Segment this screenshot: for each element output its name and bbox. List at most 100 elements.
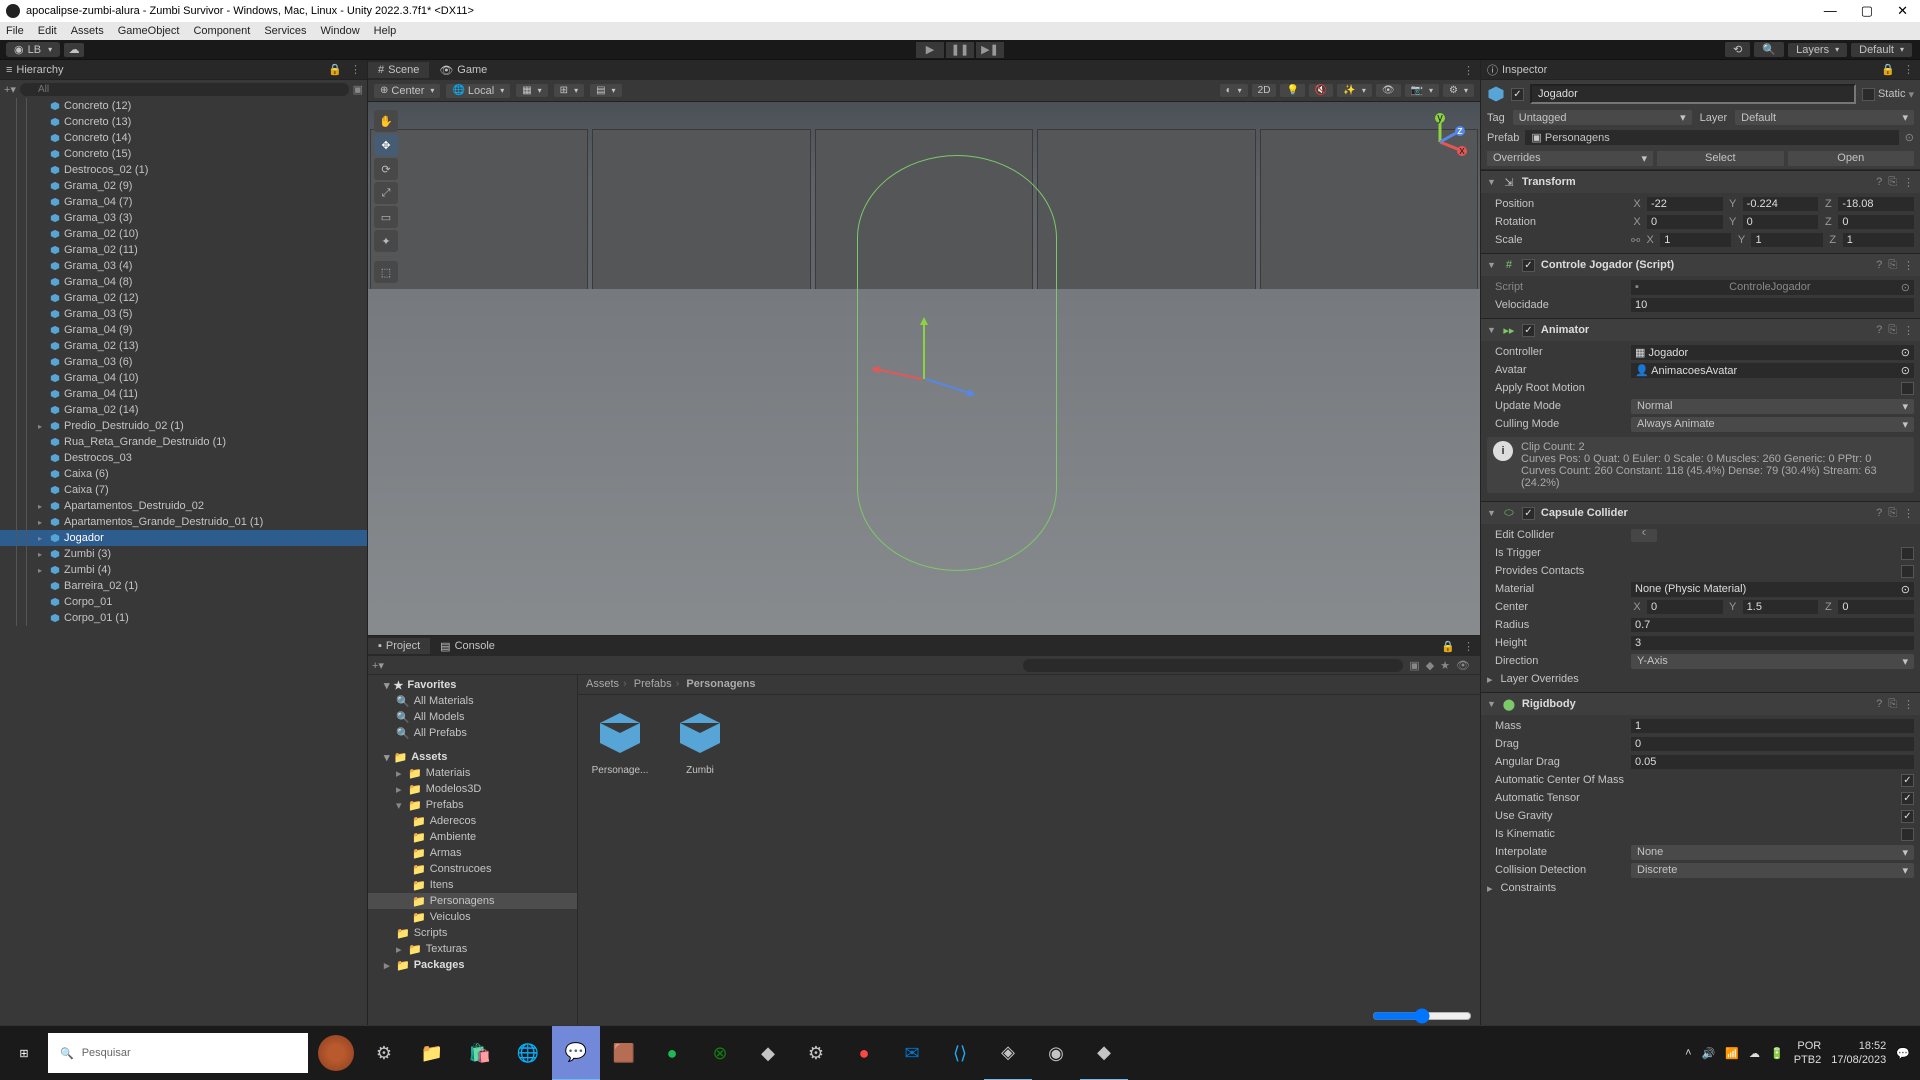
component-menu-icon[interactable]: ⋮ xyxy=(1903,507,1914,520)
position-x-input[interactable] xyxy=(1647,197,1723,211)
hierarchy-item[interactable]: ▸Zumbi (4) xyxy=(0,562,367,578)
scale-link-icon[interactable]: ⚯ xyxy=(1631,234,1640,247)
layer-overrides-foldout[interactable]: Layer Overrides xyxy=(1501,673,1579,685)
minecraft-icon[interactable]: 🟫 xyxy=(600,1026,648,1080)
hierarchy-item[interactable]: Grama_04 (9) xyxy=(0,322,367,338)
lighting-toggle[interactable]: 💡 xyxy=(1280,84,1304,97)
project-tree[interactable]: ▾ ★ Favorites 🔍 All Materials 🔍 All Mode… xyxy=(368,675,578,1025)
tray-battery-icon[interactable]: 🔋 xyxy=(1770,1047,1784,1060)
inspector-menu-icon[interactable]: ⋮ xyxy=(1903,63,1914,76)
layers-dropdown[interactable]: Layers xyxy=(1788,43,1847,57)
panel-lock-icon[interactable]: 🔒 xyxy=(328,63,342,76)
folder-veiculos[interactable]: 📁 Veiculos xyxy=(368,909,577,925)
tab-game[interactable]: 👁 Game xyxy=(429,62,497,79)
folder-personagens[interactable]: 📁 Personagens xyxy=(368,893,577,909)
windows-search-box[interactable]: 🔍 Pesquisar xyxy=(48,1033,308,1073)
root-motion-checkbox[interactable] xyxy=(1901,382,1914,395)
component-menu-icon[interactable]: ⋮ xyxy=(1903,176,1914,189)
height-input[interactable] xyxy=(1631,636,1914,650)
help-icon[interactable]: ? xyxy=(1876,507,1882,520)
unity-hub-icon[interactable]: ◈ xyxy=(984,1026,1032,1080)
gameobject-active-checkbox[interactable] xyxy=(1511,88,1524,101)
tag-dropdown[interactable]: Untagged▾ xyxy=(1513,110,1692,125)
asset-personagens[interactable]: Personage... xyxy=(588,705,652,776)
folder-aderecos[interactable]: 📁 Aderecos xyxy=(368,813,577,829)
hierarchy-item[interactable]: Corpo_01 xyxy=(0,594,367,610)
close-button[interactable]: ✕ xyxy=(1897,3,1908,19)
store-icon[interactable]: 🛍️ xyxy=(456,1026,504,1080)
menu-file[interactable]: File xyxy=(6,25,24,37)
help-icon[interactable]: ? xyxy=(1876,324,1882,337)
hierarchy-item[interactable]: Grama_02 (9) xyxy=(0,178,367,194)
hierarchy-item[interactable]: Destrocos_02 (1) xyxy=(0,162,367,178)
fx-toggle[interactable]: ✨ xyxy=(1337,84,1371,97)
hierarchy-item[interactable]: Grama_03 (3) xyxy=(0,210,367,226)
visibility-toggle[interactable]: 👁 xyxy=(1376,84,1401,97)
save-search-icon[interactable]: ★ xyxy=(1440,659,1450,672)
grid-snap-button[interactable]: ▦ xyxy=(516,84,547,97)
tray-date[interactable]: 17/08/2023 xyxy=(1831,1053,1886,1067)
scene-tab-menu-icon[interactable]: ⋮ xyxy=(1463,64,1480,77)
prefab-open-button[interactable]: Open xyxy=(1788,151,1914,166)
transform-header[interactable]: ▼⇲ Transform ?⎘⋮ xyxy=(1481,171,1920,193)
camera-settings-button[interactable]: 📷 xyxy=(1405,84,1439,97)
hierarchy-item[interactable]: Barreira_02 (1) xyxy=(0,578,367,594)
radius-input[interactable] xyxy=(1631,618,1914,632)
undo-history-button[interactable]: ⟲ xyxy=(1725,42,1750,57)
hierarchy-item[interactable]: Caixa (6) xyxy=(0,466,367,482)
rigidbody-header[interactable]: ▼⬤ Rigidbody ?⎘⋮ xyxy=(1481,693,1920,715)
scale-tool[interactable]: ⤢ xyxy=(374,182,398,204)
hierarchy-item[interactable]: Grama_02 (11) xyxy=(0,242,367,258)
rotation-z-input[interactable] xyxy=(1838,215,1914,229)
tab-console[interactable]: ▤ Console xyxy=(430,638,505,655)
audio-toggle[interactable]: 🔇 xyxy=(1309,84,1333,97)
center-y-input[interactable] xyxy=(1743,600,1819,614)
folder-itens[interactable]: 📁 Itens xyxy=(368,877,577,893)
tray-onedrive-icon[interactable]: ☁ xyxy=(1749,1047,1760,1060)
orientation-gizmo[interactable]: y x z xyxy=(1410,112,1470,172)
prefab-locate-icon[interactable]: ⊙ xyxy=(1905,131,1914,144)
folder-scripts[interactable]: 📁 Scripts xyxy=(368,925,577,941)
controller-field[interactable]: ▦ Jogador⊙ xyxy=(1631,345,1914,360)
hierarchy-item[interactable]: Grama_03 (4) xyxy=(0,258,367,274)
project-add-button[interactable]: +▾ xyxy=(372,659,384,672)
center-x-input[interactable] xyxy=(1647,600,1723,614)
update-mode-dropdown[interactable]: Normal▾ xyxy=(1631,399,1914,414)
provides-contacts-checkbox[interactable] xyxy=(1901,565,1914,578)
auto-com-checkbox[interactable] xyxy=(1901,774,1914,787)
project-search-input[interactable] xyxy=(1023,659,1403,672)
pause-button[interactable]: ❚❚ xyxy=(946,42,974,58)
discord-icon[interactable]: 💬 xyxy=(552,1026,600,1080)
minimize-button[interactable]: — xyxy=(1824,3,1837,19)
avatar-field[interactable]: 👤 AnimacoesAvatar⊙ xyxy=(1631,363,1914,378)
play-button[interactable]: ▶ xyxy=(916,42,944,58)
menu-help[interactable]: Help xyxy=(374,25,397,37)
preset-icon[interactable]: ⎘ xyxy=(1888,324,1897,337)
hierarchy-item[interactable]: Grama_04 (10) xyxy=(0,370,367,386)
folder-materiais[interactable]: ▸📁 Materiais xyxy=(368,765,577,781)
search-filter-icon[interactable]: ▣ xyxy=(353,83,363,96)
packages-header[interactable]: Packages xyxy=(414,959,465,971)
rect-tool[interactable]: ▭ xyxy=(374,206,398,228)
2d-toggle[interactable]: 2D xyxy=(1252,84,1277,97)
static-checkbox[interactable] xyxy=(1862,88,1875,101)
menu-edit[interactable]: Edit xyxy=(38,25,57,37)
center-z-input[interactable] xyxy=(1838,600,1914,614)
tray-language[interactable]: POR xyxy=(1794,1039,1822,1053)
mail-icon[interactable]: ✉ xyxy=(888,1026,936,1080)
project-menu-icon[interactable]: ⋮ xyxy=(1463,640,1474,653)
transform-tool[interactable]: ✦ xyxy=(374,230,398,252)
hierarchy-item[interactable]: Grama_04 (11) xyxy=(0,386,367,402)
folder-ambiente[interactable]: 📁 Ambiente xyxy=(368,829,577,845)
physic-material-field[interactable]: None (Physic Material)⊙ xyxy=(1631,582,1914,597)
epic-icon[interactable]: ◆ xyxy=(744,1026,792,1080)
preset-icon[interactable]: ⎘ xyxy=(1888,507,1897,520)
constraints-foldout[interactable]: Constraints xyxy=(1501,882,1557,894)
tray-wifi-icon[interactable]: 📶 xyxy=(1725,1047,1739,1060)
folder-prefabs[interactable]: ▾📁 Prefabs xyxy=(368,797,577,813)
layer-dropdown[interactable]: Default▾ xyxy=(1735,110,1914,125)
velocidade-input[interactable] xyxy=(1631,298,1914,312)
layout-dropdown[interactable]: Default xyxy=(1851,43,1912,57)
draw-mode-button[interactable]: ◐ xyxy=(1220,84,1248,97)
scene-viewport[interactable]: ✋ ✥ ⟳ ⤢ ▭ ✦ ⬚ y x z xyxy=(368,102,1480,635)
